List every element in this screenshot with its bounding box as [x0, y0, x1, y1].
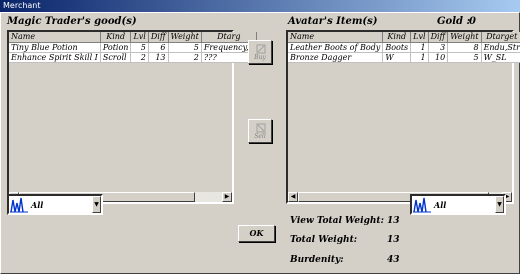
- avatar-items-grid[interactable]: Name Kind Lvl Diff Weight Dtarget Leather Boo…: [286, 30, 520, 204]
- table-cell: Potion: [100, 42, 132, 53]
- table-cell: 6: [148, 42, 169, 53]
- table-row[interactable]: Leather Boots of Body Boots 1 3 8 Endu,Str: [288, 42, 520, 53]
- window-titlebar: Merchant: [0, 0, 520, 12]
- chevron-down-icon[interactable]: ▼: [92, 196, 101, 213]
- avatar-column-header[interactable]: Dtarget: [481, 32, 520, 43]
- gold-value: 0: [469, 16, 476, 27]
- chevron-down-icon[interactable]: ▼: [495, 196, 504, 213]
- table-cell: 1: [410, 52, 429, 63]
- avatar-column-header[interactable]: Diff: [428, 32, 449, 43]
- merchant-column-header[interactable]: Name: [9, 32, 101, 43]
- merchant-column-header[interactable]: Kind: [100, 32, 132, 43]
- table-cell: 8: [447, 42, 482, 53]
- avatar-column-header[interactable]: Lvl: [410, 32, 429, 43]
- total-weight-label: Total Weight:: [290, 235, 358, 245]
- ok-label: OK: [249, 228, 264, 238]
- merchant-column-header[interactable]: Lvl: [130, 32, 149, 43]
- table-row[interactable]: Enhance Spirit Skill I Scroll 2 13 2???: [9, 52, 257, 63]
- view-total-weight-label: View Total Weight:: [290, 216, 384, 226]
- sell-icon: [256, 123, 266, 133]
- blue-signal-icon: [413, 197, 431, 213]
- table-cell: Enhance Spirit Skill I: [9, 52, 101, 63]
- table-cell: 2: [130, 52, 149, 63]
- avatar-items-header: Name Kind Lvl Diff Weight Dtarget: [288, 32, 520, 43]
- avatar-column-header[interactable]: Name: [288, 32, 384, 43]
- table-cell: Bronze Dagger: [288, 52, 384, 63]
- buy-button[interactable]: Buy: [248, 40, 272, 64]
- table-cell: W: [382, 52, 412, 63]
- table-cell: Scroll: [100, 52, 132, 63]
- table-cell: W_SL: [481, 52, 520, 63]
- table-cell: 10: [428, 52, 449, 63]
- buy-label: Buy: [254, 54, 266, 61]
- burdenity-label: Burdenity:: [290, 255, 344, 265]
- merchant-goods-header: Name Kind Lvl Diff Weight Dtarg: [9, 32, 257, 43]
- merchant-column-header[interactable]: Weight: [168, 32, 202, 43]
- table-row[interactable]: Tiny Blue Potion Potion 5 6 5 Frequency,3: [9, 42, 257, 53]
- table-cell: 1: [410, 42, 429, 53]
- sell-label: Sell: [254, 133, 266, 140]
- table-cell: Boots: [382, 42, 412, 53]
- table-cell: 5: [447, 52, 482, 63]
- table-row[interactable]: Bronze Dagger W 1 10 5 W_SL: [288, 52, 520, 63]
- avatar-filter-value: All: [434, 200, 447, 210]
- merchant-filter-value: All: [31, 200, 44, 210]
- avatar-items-table: Name Kind Lvl Diff Weight Dtarget Leather Boo…: [288, 32, 520, 63]
- sell-button[interactable]: Sell: [248, 119, 272, 143]
- buy-icon: [256, 44, 266, 54]
- burdenity-value: 43: [387, 255, 400, 265]
- total-weight-value: 13: [387, 235, 400, 245]
- merchant-column-header[interactable]: Diff: [148, 32, 169, 43]
- ok-button[interactable]: OK: [238, 225, 275, 242]
- table-cell: 5: [168, 42, 202, 53]
- merchant-goods-table: Name Kind Lvl Diff Weight Dtarg Tiny Blue Pot…: [9, 32, 257, 63]
- gold-label: Gold :: [437, 16, 471, 27]
- table-cell: 5: [130, 42, 149, 53]
- avatar-filter-select[interactable]: All ▼: [410, 194, 506, 215]
- merchant-goods-title: Magic Trader's good(s): [7, 16, 137, 27]
- avatar-column-header[interactable]: Kind: [382, 32, 412, 43]
- merchant-goods-grid[interactable]: Name Kind Lvl Diff Weight Dtarg Tiny Blue Pot…: [7, 30, 257, 204]
- scroll-left-icon[interactable]: ◀: [288, 192, 298, 202]
- window-title: Merchant: [3, 1, 41, 10]
- blue-signal-icon: [10, 197, 28, 213]
- table-cell: Tiny Blue Potion: [9, 42, 101, 53]
- scroll-right-icon[interactable]: ▶: [222, 192, 232, 202]
- table-cell: Leather Boots of Body: [288, 42, 384, 53]
- table-cell: Endu,Str: [481, 42, 520, 53]
- table-cell: 3: [428, 42, 449, 53]
- view-total-weight-value: 13: [387, 216, 400, 226]
- table-cell: 13: [148, 52, 169, 63]
- avatar-items-title: Avatar's Item(s): [288, 16, 378, 27]
- avatar-column-header[interactable]: Weight: [447, 32, 482, 43]
- table-cell: 2: [168, 52, 202, 63]
- merchant-window: Magic Trader's good(s) Name Kind Lvl Diff We…: [0, 12, 520, 274]
- merchant-filter-select[interactable]: All ▼: [7, 194, 103, 215]
